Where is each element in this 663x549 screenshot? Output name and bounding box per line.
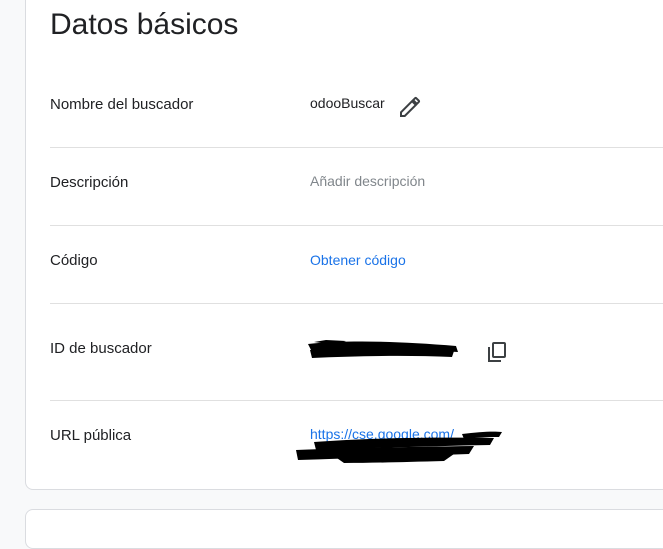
- redacted-search-engine-id: [308, 340, 458, 358]
- description-label: Descripción: [50, 174, 129, 191]
- divider: [50, 400, 663, 401]
- redacted-public-url: [296, 431, 502, 463]
- pencil-icon[interactable]: [398, 95, 422, 119]
- basic-data-card: [25, 0, 663, 490]
- search-engine-id-label: ID de buscador: [50, 340, 152, 357]
- divider: [50, 225, 663, 226]
- get-code-link[interactable]: Obtener código: [310, 252, 406, 268]
- divider: [50, 147, 663, 148]
- section-title: Datos básicos: [50, 8, 239, 41]
- divider: [50, 303, 663, 304]
- search-engine-name-value: odooBuscar: [310, 95, 385, 111]
- description-input[interactable]: Añadir descripción: [310, 173, 425, 189]
- code-label: Código: [50, 252, 98, 269]
- public-url-label: URL pública: [50, 427, 132, 444]
- copy-icon[interactable]: [485, 340, 509, 364]
- next-section-card: [25, 509, 663, 549]
- search-engine-name-label: Nombre del buscador: [50, 96, 194, 113]
